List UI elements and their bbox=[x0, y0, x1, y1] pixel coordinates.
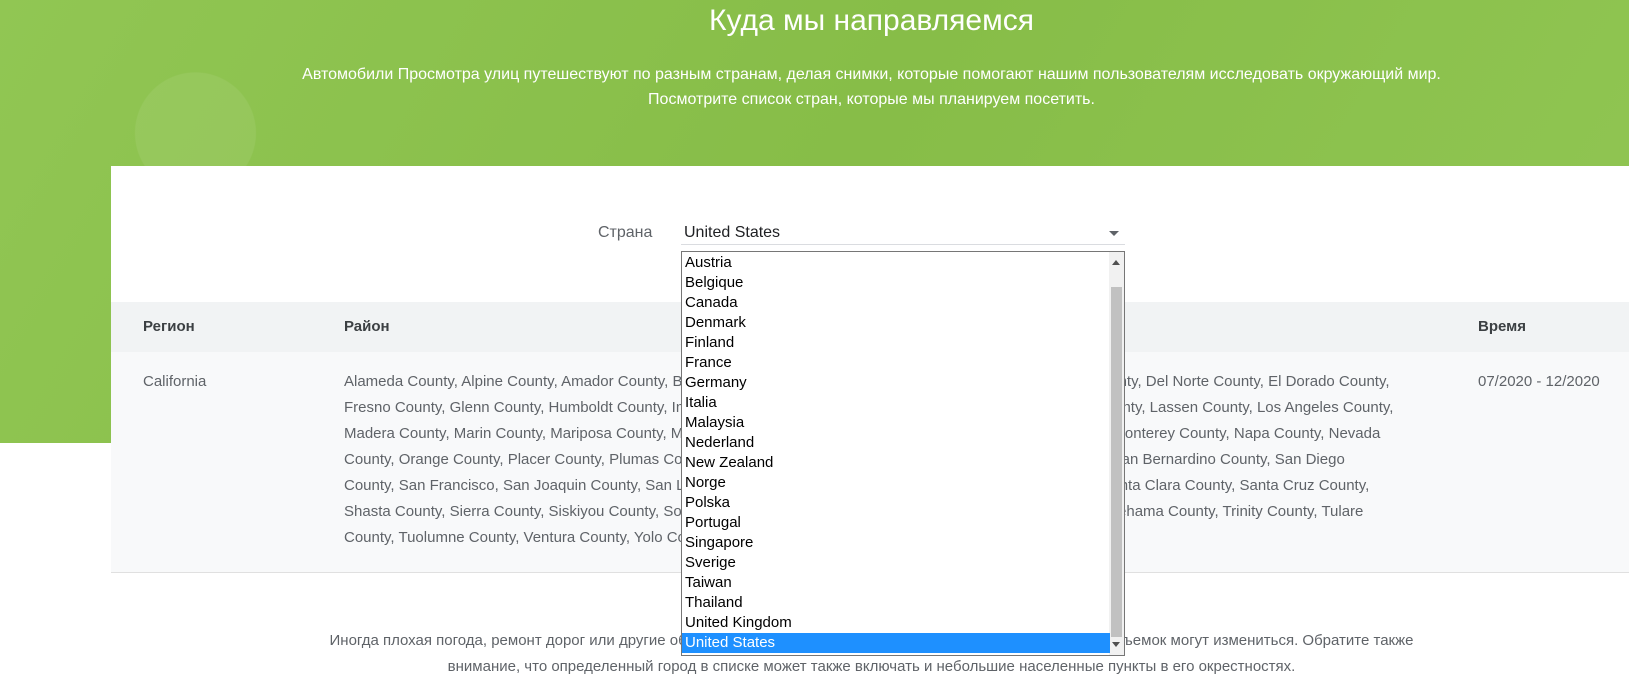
header-district: Район bbox=[344, 318, 390, 335]
header-region: Регион bbox=[143, 318, 195, 335]
dropdown-option[interactable]: Portugal bbox=[682, 513, 1110, 533]
dropdown-option[interactable]: Denmark bbox=[682, 313, 1110, 333]
dropdown-option[interactable]: Finland bbox=[682, 333, 1110, 353]
dropdown-option[interactable]: Thailand bbox=[682, 593, 1110, 613]
hero-subtitle: Автомобили Просмотра улиц путешествуют п… bbox=[302, 66, 1441, 108]
dropdown-option[interactable]: Polska bbox=[682, 493, 1110, 513]
chevron-down-icon bbox=[1109, 231, 1119, 236]
dropdown-option[interactable]: Sverige bbox=[682, 553, 1110, 573]
dropdown-option[interactable]: Belgique bbox=[682, 273, 1110, 293]
scroll-up-icon[interactable] bbox=[1112, 260, 1120, 265]
dropdown-option[interactable]: Norge bbox=[682, 473, 1110, 493]
scroll-down-icon[interactable] bbox=[1112, 642, 1120, 647]
dropdown-option[interactable]: United States bbox=[682, 633, 1110, 653]
country-dropdown-list[interactable]: Austria Belgique Canada Denmark Finland Franc… bbox=[681, 251, 1125, 656]
country-label: Страна bbox=[598, 224, 653, 241]
dropdown-option[interactable]: Singapore bbox=[682, 533, 1110, 553]
dropdown-option[interactable]: New Zealand bbox=[682, 453, 1110, 473]
dropdown-option[interactable]: Malaysia bbox=[682, 413, 1110, 433]
dropdown-option[interactable]: United Kingdom bbox=[682, 613, 1110, 633]
dropdown-option[interactable]: Austria bbox=[682, 253, 1110, 273]
dropdown-option[interactable]: Germany bbox=[682, 373, 1110, 393]
row-region: California bbox=[143, 373, 207, 390]
country-select-value: United States bbox=[684, 224, 781, 241]
dropdown-option[interactable]: Nederland bbox=[682, 433, 1110, 453]
dropdown-option[interactable]: Taiwan bbox=[682, 573, 1110, 593]
dropdown-option[interactable]: Canada bbox=[682, 293, 1110, 313]
header-time: Время bbox=[1478, 318, 1526, 335]
dropdown-option[interactable]: France bbox=[682, 353, 1110, 373]
page-title: Куда мы направляемся bbox=[709, 4, 1034, 37]
scrollbar-thumb[interactable] bbox=[1111, 287, 1122, 637]
row-time: 07/2020 - 12/2020 bbox=[1478, 373, 1600, 390]
scrollbar[interactable] bbox=[1109, 252, 1124, 655]
country-select[interactable]: United States bbox=[681, 222, 1125, 245]
dropdown-option[interactable]: Italia bbox=[682, 393, 1110, 413]
